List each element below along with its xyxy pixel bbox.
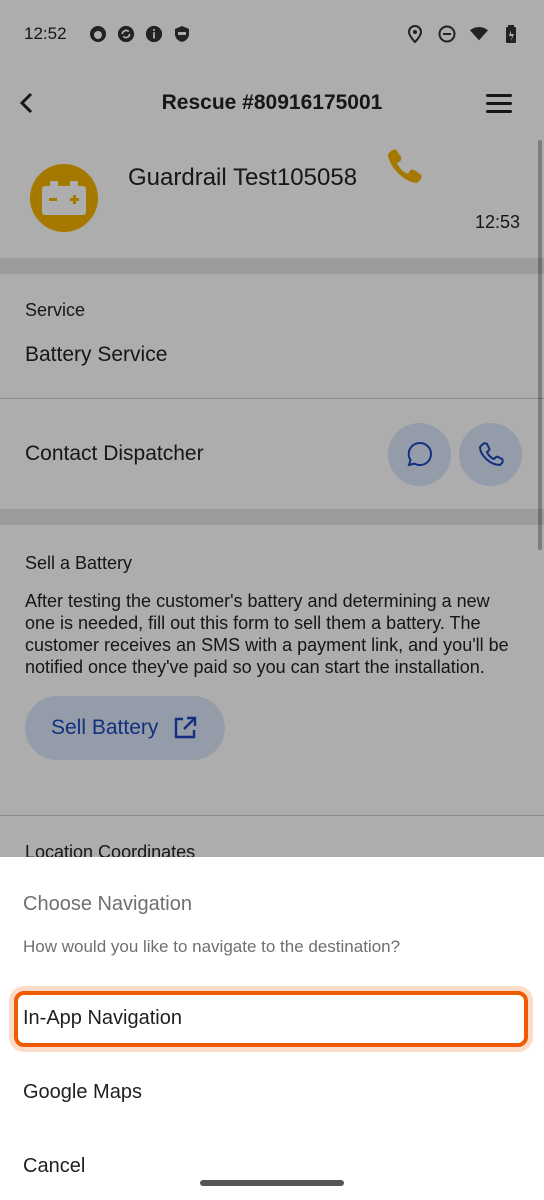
scrollbar[interactable]: [538, 140, 542, 550]
in-app-navigation-option[interactable]: In-App Navigation: [23, 1007, 182, 1030]
cancel-option[interactable]: Cancel: [23, 1155, 85, 1178]
sheet-subtitle: How would you like to navigate to the de…: [23, 937, 401, 956]
google-maps-option[interactable]: Google Maps: [23, 1081, 142, 1104]
navigation-bottom-sheet: Choose Navigation How would you like to …: [0, 857, 544, 1200]
home-indicator[interactable]: [200, 1180, 344, 1186]
sheet-title: Choose Navigation: [23, 893, 192, 915]
